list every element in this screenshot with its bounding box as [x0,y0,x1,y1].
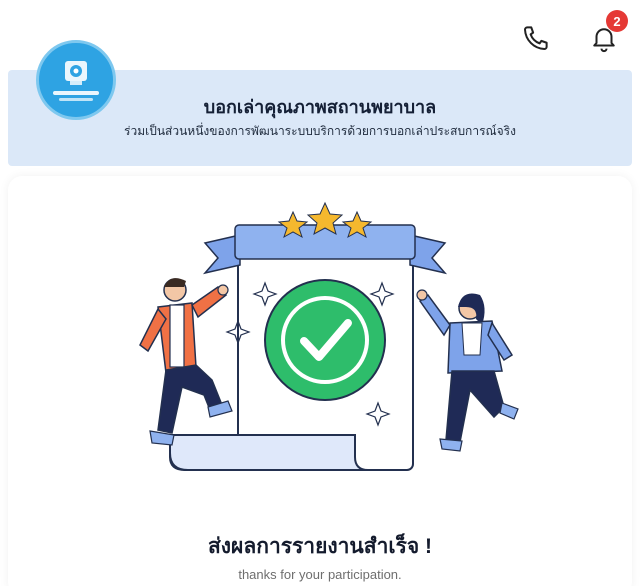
notification-badge: 2 [606,10,628,32]
phone-icon [524,26,548,50]
success-title: ส่งผลการรายงานสำเร็จ ! [207,535,432,558]
notification-button[interactable]: 2 [584,10,628,58]
phone-button[interactable] [516,18,556,58]
logo-text-line [59,98,93,101]
banner-subtitle: ร่วมเป็นส่วนหนึ่งของการพัฒนาระบบบริการด้… [124,124,516,138]
success-illustration [139,201,519,471]
hospital-logo [36,40,116,120]
document-curl [169,434,369,471]
success-subtitle: thanks for your participation. [238,567,402,582]
logo-emblem [65,61,87,85]
ribbon-band [234,224,416,260]
man-figure [139,278,233,446]
woman-figure [416,289,519,452]
logo-text-line [53,91,99,95]
